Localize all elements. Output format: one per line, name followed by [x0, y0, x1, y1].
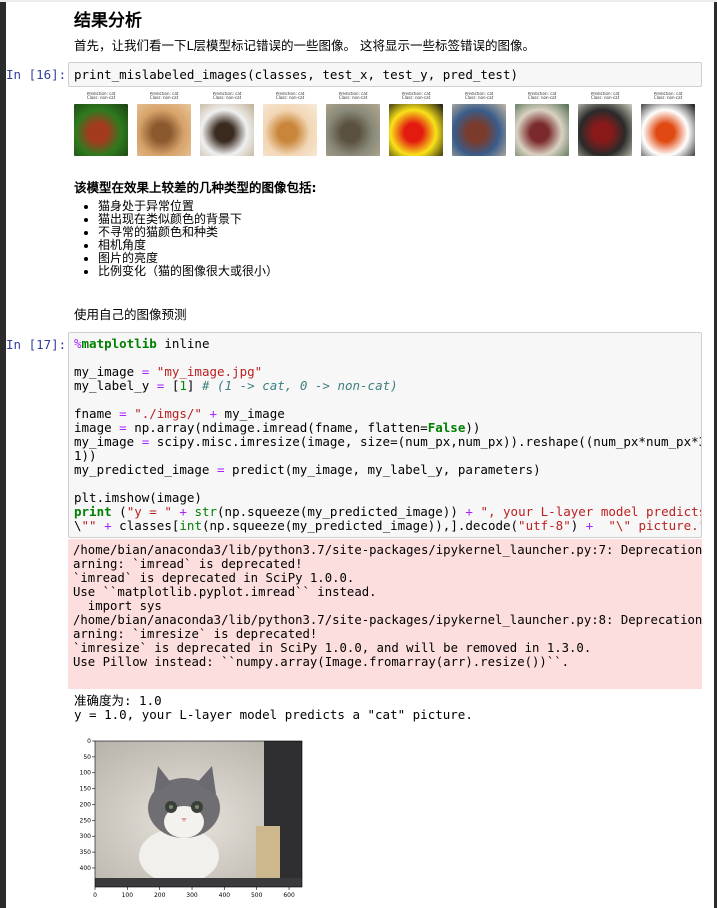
- top-border: [0, 0, 717, 2]
- cell17-prompt: In [17]:: [6, 337, 67, 352]
- thumb-1: Prediction: cat Class: non-cat: [74, 92, 128, 156]
- y-tick-label: 50: [83, 754, 91, 761]
- cell16-code-text: print_mislabeled_images(classes, test_x,…: [74, 67, 519, 82]
- y-tick-label: 250: [80, 817, 92, 824]
- thumb-9: Prediction: cat Class: non-cat: [578, 92, 632, 156]
- x-tick-label: 400: [219, 892, 231, 899]
- left-edge: [0, 0, 6, 908]
- section-heading: 结果分析: [74, 11, 142, 31]
- thumbnail-caption: Prediction: cat Class: non-cat: [149, 92, 179, 100]
- predict-own-text: 使用自己的图像预测: [74, 307, 187, 322]
- thumb-10: Prediction: cat Class: non-cat: [641, 92, 695, 156]
- x-tick-label: 600: [283, 892, 295, 899]
- thumbnail-image: [389, 104, 443, 156]
- cell16-prompt: In [16]:: [6, 67, 67, 82]
- thumbnail-image: [578, 104, 632, 156]
- thumbnail-caption: Prediction: cat Class: non-cat: [86, 92, 116, 100]
- y-tick-label: 400: [80, 865, 92, 872]
- thumbnail-caption: Prediction: cat Class: non-cat: [527, 92, 557, 100]
- y-tick-label: 350: [80, 849, 92, 856]
- thumb-4: Prediction: cat Class: non-cat: [263, 92, 317, 156]
- mislabeled-images-output: Prediction: cat Class: non-cat Prediction…: [74, 92, 702, 158]
- cell17-code-input[interactable]: %matplotlib inline my_image = "my_image.…: [68, 332, 702, 538]
- sisal-rope: [256, 826, 280, 878]
- thumb-7: Prediction: cat Class: non-cat: [452, 92, 506, 156]
- thumbnail-caption: Prediction: cat Class: non-cat: [275, 92, 305, 100]
- thumb-8: Prediction: cat Class: non-cat: [515, 92, 569, 156]
- x-tick-label: 300: [186, 892, 198, 899]
- imshow-plot: 0 100 200 300 400 500 600 0 50 100 150 200 250 300 350…: [80, 738, 303, 899]
- thumbnail-image: [74, 104, 128, 156]
- thumbnail-caption: Prediction: cat Class: non-cat: [464, 92, 494, 100]
- stderr-output: /home/bian/anaconda3/lib/python3.7/site-…: [68, 539, 702, 689]
- y-tick-label: 0: [87, 738, 91, 745]
- cell16-code-input[interactable]: print_mislabeled_images(classes, test_x,…: [68, 62, 702, 87]
- x-tick-label: 0: [93, 892, 97, 899]
- y-tick-label: 200: [80, 801, 92, 808]
- thumb-5: Prediction: cat Class: non-cat: [326, 92, 380, 156]
- factors-heading: 该模型在效果上较差的几种类型的图像包括:: [74, 180, 317, 195]
- thumb-6: Prediction: cat Class: non-cat: [389, 92, 443, 156]
- thumbnail-image: [200, 104, 254, 156]
- thumbnail-image: [137, 104, 191, 156]
- factors-list: 猫身处于异常位置猫出现在类似颜色的背景下不寻常的猫颜色和种类相机角度图片的亮度比…: [74, 200, 278, 278]
- x-tick-label: 200: [154, 892, 166, 899]
- thumb-3: Prediction: cat Class: non-cat: [200, 92, 254, 156]
- y-tick-label: 300: [80, 833, 92, 840]
- thumbnail-image: [515, 104, 569, 156]
- y-tick-label: 100: [80, 770, 92, 777]
- thumbnail-image: [326, 104, 380, 156]
- x-tick-label: 100: [122, 892, 134, 899]
- thumbnail-image: [641, 104, 695, 156]
- thumbnail-caption: Prediction: cat Class: non-cat: [401, 92, 431, 100]
- intro-text: 首先，让我们看一下L层模型标记错误的一些图像。 这将显示一些标签错误的图像。: [74, 38, 535, 53]
- factor-item: 比例变化（猫的图像很大或很小）: [98, 265, 278, 278]
- thumbnail-caption: Prediction: cat Class: non-cat: [653, 92, 683, 100]
- thumb-2: Prediction: cat Class: non-cat: [137, 92, 191, 156]
- thumbnail-caption: Prediction: cat Class: non-cat: [590, 92, 620, 100]
- thumbnail-caption: Prediction: cat Class: non-cat: [338, 92, 368, 100]
- stdout-output: 准确度为: 1.0 y = 1.0, your L-layer model pr…: [74, 693, 473, 722]
- thumbnail-image: [263, 104, 317, 156]
- thumbnail-caption: Prediction: cat Class: non-cat: [212, 92, 242, 100]
- x-tick-label: 500: [251, 892, 263, 899]
- thumbnail-image: [452, 104, 506, 156]
- y-tick-label: 150: [80, 786, 92, 793]
